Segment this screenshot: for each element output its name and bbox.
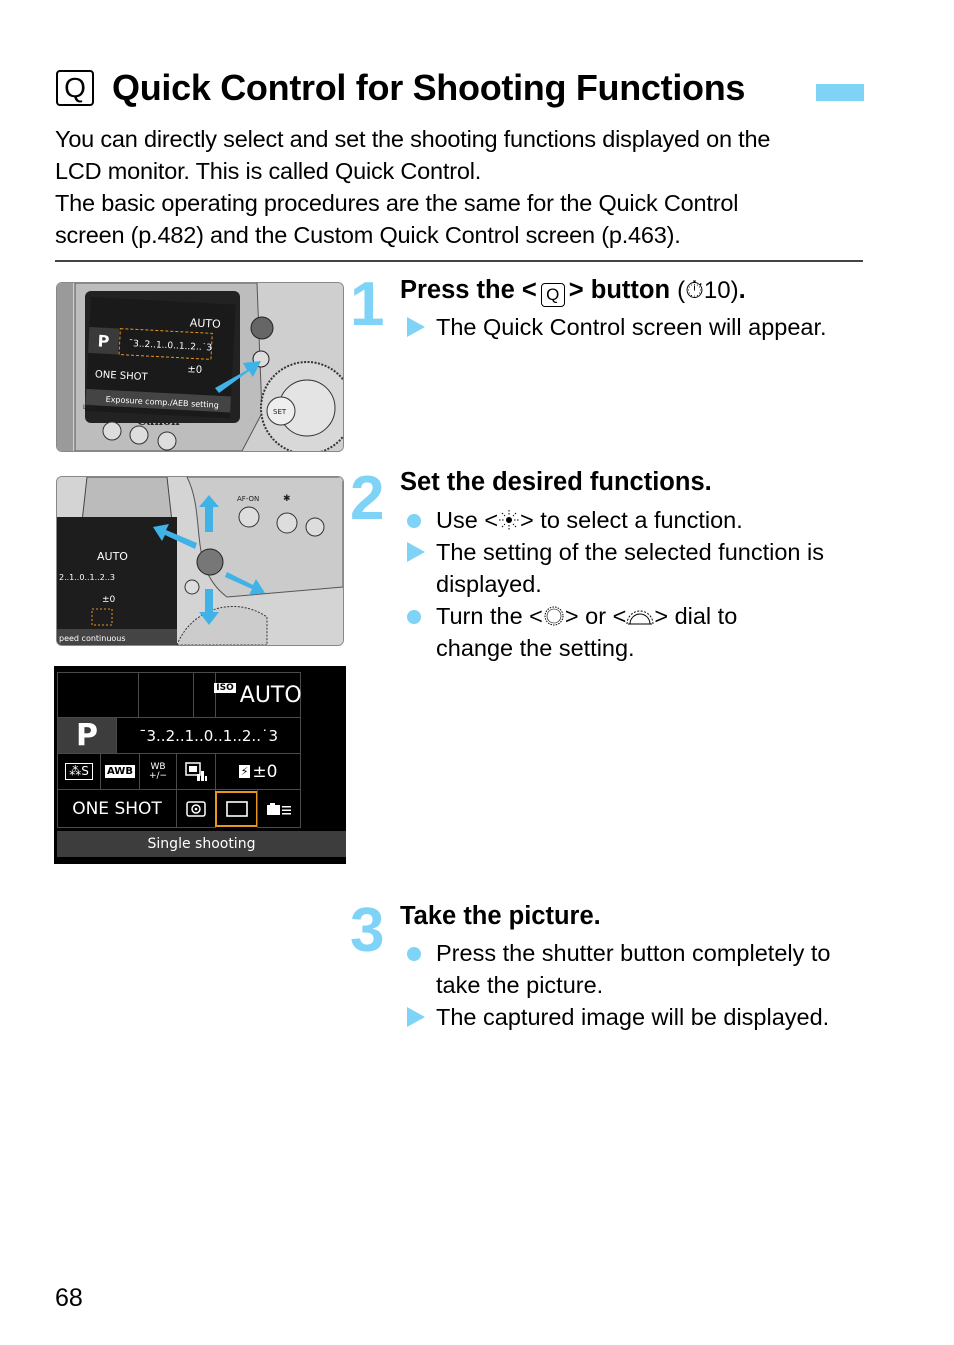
lcd-cell-exposure[interactable]: ˉ3..2..1..0..1..2..˙3	[116, 717, 301, 754]
lcd-cell-aperture[interactable]	[138, 672, 194, 718]
multi-controller-icon	[499, 510, 520, 530]
result-arrow-icon	[405, 1001, 427, 1033]
intro-line-2: LCD monitor. This is called Quick Contro…	[55, 158, 482, 184]
flash-comp-value: ±0	[252, 761, 278, 782]
section-title: Q Quick Control for Shooting Functions	[56, 66, 745, 110]
step-3-result: The captured image will be displayed.	[405, 1001, 875, 1033]
lcd-cell-metering[interactable]	[176, 789, 216, 828]
result-arrow-icon	[405, 536, 427, 568]
lcd-cell-af-mode[interactable]: ONE SHOT	[57, 789, 177, 828]
iso-icon: ISO	[214, 683, 236, 693]
step-2-a2-before: Turn the <	[436, 603, 543, 629]
step-2-action-1: Use < > to select a function.	[405, 504, 875, 536]
metering-mode-icon	[186, 800, 206, 817]
lcd-cell-drive-mode-selected[interactable]	[215, 791, 258, 827]
step-1-result: The Quick Control screen will appear.	[405, 311, 875, 343]
step-2-a1-before: Use <	[436, 507, 499, 533]
step-2-a2-line-2: change the setting.	[436, 635, 635, 661]
lcd-cell-mode[interactable]: P	[57, 717, 117, 754]
step-1-number: 1	[350, 270, 385, 339]
quick-control-screen: ISO AUTO P ˉ3..2..1..0..1..2..˙3 ⁂S AWB …	[54, 666, 346, 864]
photo1-lan: LAN	[83, 404, 95, 411]
title-text: Quick Control for Shooting Functions	[112, 67, 746, 108]
action-bullet-icon	[405, 937, 427, 969]
picture-style-icon: ⁂S	[65, 763, 93, 780]
lcd-cell-picture-style[interactable]: ⁂S	[57, 753, 101, 790]
step-3-result-text: The captured image will be displayed.	[436, 1004, 830, 1030]
iso-value: AUTO	[239, 682, 302, 708]
page-number: 68	[55, 1284, 83, 1312]
photo1-mode: P	[97, 331, 110, 351]
camera-photo-multi-controller: AUTO 2..1..0..1..2..3 ±0 peed continuous…	[56, 476, 344, 646]
single-shooting-icon	[225, 801, 248, 817]
result-arrow-icon	[405, 311, 427, 343]
photo1-set-label: SET	[273, 408, 287, 416]
wb-shift-bottom: +/−	[148, 770, 168, 781]
lcd-cell-auto-lighting[interactable]	[176, 753, 216, 790]
photo2-exposure-scale: 2..1..0..1..2..3	[59, 573, 115, 582]
photo1-iso: AUTO	[189, 316, 221, 331]
awb-icon: AWB	[105, 765, 135, 778]
quick-control-q-icon: Q	[56, 70, 94, 106]
intro-line-3: The basic operating procedures are the s…	[55, 190, 739, 216]
camera-settings-icon	[267, 802, 291, 815]
q-button-icon: Q	[540, 283, 565, 307]
step-1-heading-after: > button	[568, 276, 671, 304]
step-1-heading: Press the < Q > button (⏱10).	[400, 275, 746, 307]
camera-back-illustration: P ˉ3..2..1..0..1..2..˙3 AUTO ONE SHOT ±0…	[57, 283, 343, 451]
step-2-result-line-1: The setting of the selected function is	[436, 539, 824, 565]
exposure-scale: ˉ3..2..1..0..1..2..˙3	[138, 726, 279, 745]
step-1-period: .	[738, 276, 746, 304]
photo2-flash-comp: ±0	[102, 595, 116, 605]
photo1-flash-comp: ±0	[187, 364, 202, 376]
step-2-result-line-2: displayed.	[436, 571, 542, 597]
step-1-result-text: The Quick Control screen will appear.	[436, 314, 827, 340]
step-2-a1-after: > to select a function.	[520, 507, 743, 533]
action-bullet-icon	[405, 504, 427, 536]
step-2-heading: Set the desired functions.	[400, 468, 712, 496]
step-3-action-line-1: Press the shutter button completely to	[436, 940, 831, 966]
photo2-iso: AUTO	[97, 550, 128, 563]
step-3-action-line-2: take the picture.	[436, 972, 604, 998]
lcd-cell-wb-shift[interactable]: WB +/−	[139, 753, 177, 790]
photo1-brand: Canon	[137, 414, 180, 428]
divider	[55, 260, 863, 262]
lcd-cell-flash-comp[interactable]: ⚡ ±0	[215, 753, 301, 790]
multi-controller-illustration: AUTO 2..1..0..1..2..3 ±0 peed continuous…	[57, 477, 343, 645]
lcd-cell-white-balance[interactable]: AWB	[100, 753, 140, 790]
intro-line-1: You can directly select and set the shoo…	[55, 126, 771, 152]
lcd-cell-shutter[interactable]	[57, 672, 139, 718]
step-2-number: 2	[350, 464, 385, 533]
step-3-heading: Take the picture.	[400, 902, 601, 930]
step-3-action: Press the shutter button completely to t…	[405, 937, 875, 1001]
step-2-result: The setting of the selected function is …	[405, 536, 875, 600]
quick-control-dial-icon	[544, 606, 564, 626]
flash-comp-icon: ⚡	[238, 765, 251, 778]
step-3-number: 3	[350, 896, 385, 965]
main-dial-icon	[626, 610, 654, 625]
auto-lighting-optimizer-icon	[185, 761, 207, 781]
photo2-afon: AF-ON	[237, 495, 259, 503]
lcd-cell-custom-controls[interactable]	[257, 789, 301, 828]
step-2-a2-after: > dial to	[654, 603, 738, 629]
step-1-page-ref: (⏱10)	[677, 277, 739, 304]
multi-controller	[196, 548, 224, 576]
photo2-caption: peed continuous	[59, 634, 126, 643]
step-1-heading-before: Press the <	[400, 276, 537, 304]
step-2-a2-middle: > or <	[564, 603, 627, 629]
step-2-action-2: Turn the < > or < > dial to change the set…	[405, 600, 875, 664]
lcd-cell-iso[interactable]: ISO AUTO	[214, 672, 302, 718]
lcd-caption: Single shooting	[57, 831, 346, 857]
title-accent-bar	[816, 84, 864, 101]
lcd-cell-blank	[193, 672, 216, 718]
intro-line-4: screen (p.482) and the Custom Quick Cont…	[55, 222, 681, 248]
action-bullet-icon	[405, 600, 427, 632]
photo2-star: ✱	[283, 494, 291, 504]
camera-photo-q-button: P ˉ3..2..1..0..1..2..˙3 AUTO ONE SHOT ±0…	[56, 282, 344, 452]
